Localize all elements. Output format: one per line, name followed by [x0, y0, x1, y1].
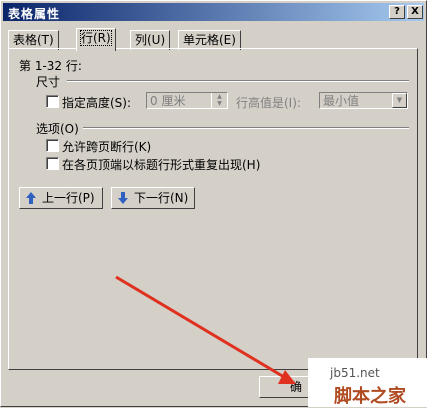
annotation-arrow-line [115, 275, 285, 379]
annotation-arrow-head-icon [278, 370, 296, 384]
annotation-arrow [115, 275, 296, 384]
watermark-brand: 脚本之家 [334, 386, 406, 407]
watermark-site: jb51.net [330, 366, 380, 380]
